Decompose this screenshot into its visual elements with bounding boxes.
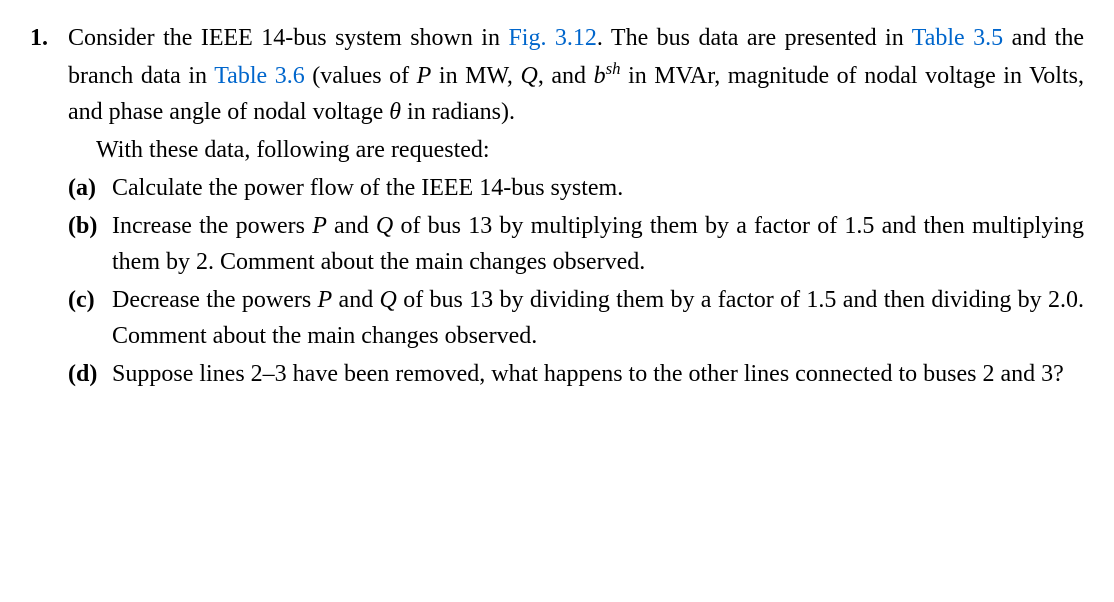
variable-Q: Q <box>520 63 537 89</box>
table-reference-link-2[interactable]: Table 3.6 <box>214 63 305 89</box>
subitem-b-text-1: Increase the powers <box>112 213 312 239</box>
intro-text-8: in radians). <box>401 99 515 125</box>
subitem-c: (c) Decrease the powers P and Q of bus 1… <box>68 282 1084 354</box>
subitem-a: (a) Calculate the power flow of the IEEE… <box>68 170 1084 206</box>
intro-text-2: . The bus data are presented in <box>597 25 912 51</box>
variable-P: P <box>417 63 432 89</box>
subitem-a-body: Calculate the power flow of the IEEE 14-… <box>112 170 1084 206</box>
subitem-a-label: (a) <box>68 170 100 206</box>
intro-text-5: in MW, <box>431 63 520 89</box>
subitem-b: (b) Increase the powers P and Q of bus 1… <box>68 208 1084 280</box>
problem-container: 1. Consider the IEEE 14-bus system shown… <box>30 20 1084 392</box>
subitem-c-text-2: and <box>332 287 379 313</box>
subitem-c-var-P: P <box>318 287 333 313</box>
subitem-b-body: Increase the powers P and Q of bus 13 by… <box>112 208 1084 280</box>
intro-text-4: (values of <box>305 63 417 89</box>
subitem-b-label: (b) <box>68 208 100 280</box>
subitem-b-var-P: P <box>312 213 327 239</box>
intro-paragraph: Consider the IEEE 14-bus system shown in… <box>68 20 1084 130</box>
subitem-d-label: (d) <box>68 356 100 392</box>
subitem-c-var-Q: Q <box>380 287 397 313</box>
subitem-c-label: (c) <box>68 282 100 354</box>
intro-text-1: Consider the IEEE 14-bus system shown in <box>68 25 508 51</box>
subitem-c-text-1: Decrease the powers <box>112 287 318 313</box>
intro-text-6: , and <box>538 63 594 89</box>
variable-b-superscript: sh <box>606 59 621 78</box>
subitem-b-text-2: and <box>327 213 376 239</box>
problem-body: Consider the IEEE 14-bus system shown in… <box>68 20 1084 392</box>
subitem-c-body: Decrease the powers P and Q of bus 13 by… <box>112 282 1084 354</box>
table-reference-link-1[interactable]: Table 3.5 <box>912 25 1003 51</box>
subitem-d: (d) Suppose lines 2–3 have been removed,… <box>68 356 1084 392</box>
subitem-b-var-Q: Q <box>376 213 393 239</box>
variable-b: b <box>594 63 606 89</box>
figure-reference-link[interactable]: Fig. 3.12 <box>508 25 596 51</box>
followup-text: With these data, following are requested… <box>68 132 1084 168</box>
problem-number: 1. <box>30 20 54 392</box>
subitem-d-body: Suppose lines 2–3 have been removed, wha… <box>112 356 1084 392</box>
variable-theta: θ <box>389 99 401 125</box>
